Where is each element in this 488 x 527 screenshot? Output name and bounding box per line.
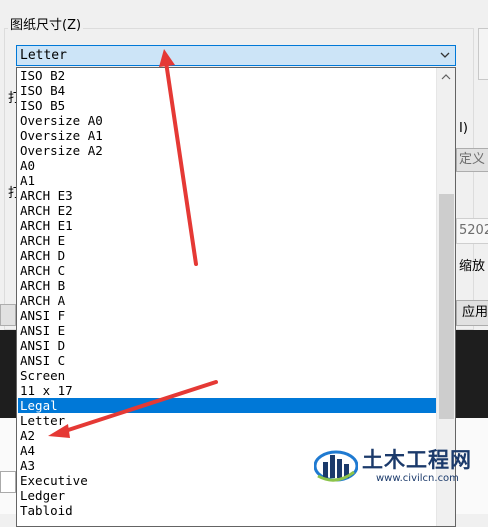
dropdown-option[interactable]: ANSI C: [18, 353, 436, 368]
dropdown-option[interactable]: ARCH E: [18, 233, 436, 248]
paper-size-label: 图纸尺寸(Z): [8, 17, 84, 35]
scroll-up-arrow-icon[interactable]: [441, 73, 451, 80]
dropdown-option[interactable]: ARCH E2: [18, 203, 436, 218]
dropdown-option[interactable]: ARCH C: [18, 263, 436, 278]
dropdown-option[interactable]: Screen: [18, 368, 436, 383]
right-panel-edge: [478, 28, 488, 80]
scale-value-text: 5202: [459, 223, 488, 238]
paper-size-value: Letter: [20, 48, 67, 63]
dropdown-option[interactable]: A1: [18, 173, 436, 188]
dropdown-option[interactable]: ANSI D: [18, 338, 436, 353]
scrollbar-thumb[interactable]: [439, 194, 454, 419]
civilcn-logo-icon: [314, 450, 358, 482]
dropdown-option[interactable]: ARCH A: [18, 293, 436, 308]
dropdown-option[interactable]: ISO B4: [18, 83, 436, 98]
dropdown-option[interactable]: 11 x 17: [18, 383, 436, 398]
dropdown-option[interactable]: ISO B2: [18, 68, 436, 83]
watermark: 土木工程网 www.civilcn.com: [314, 440, 488, 496]
chevron-down-icon[interactable]: [439, 48, 451, 62]
dropdown-option[interactable]: ISO B5: [18, 98, 436, 113]
dropdown-option[interactable]: Oversize A0: [18, 113, 436, 128]
dropdown-option[interactable]: ARCH E3: [18, 188, 436, 203]
dropdown-option[interactable]: ARCH D: [18, 248, 436, 263]
dropdown-option[interactable]: Legal: [18, 398, 436, 413]
dropdown-option[interactable]: Oversize A1: [18, 128, 436, 143]
watermark-title: 土木工程网: [362, 448, 472, 472]
bottom-left-combo[interactable]: [0, 471, 16, 493]
right-fragment-label: I): [459, 121, 468, 136]
apply-button-label: 应用: [462, 305, 488, 320]
dropdown-option[interactable]: ARCH E1: [18, 218, 436, 233]
dropdown-option[interactable]: Oversize A2: [18, 143, 436, 158]
watermark-url: www.civilcn.com: [376, 473, 459, 484]
left-edge-button[interactable]: [0, 304, 16, 326]
custom-size-button-label: 定义: [459, 152, 486, 167]
scale-label: 缩放: [459, 259, 486, 274]
dropdown-option[interactable]: ARCH B: [18, 278, 436, 293]
dropdown-option[interactable]: ANSI F: [18, 308, 436, 323]
dropdown-option[interactable]: Letter: [18, 413, 436, 428]
dropdown-option[interactable]: ANSI E: [18, 323, 436, 338]
dropdown-option[interactable]: A0: [18, 158, 436, 173]
dropdown-option[interactable]: Tabloid: [18, 503, 436, 518]
paper-size-combobox[interactable]: Letter: [16, 45, 456, 66]
